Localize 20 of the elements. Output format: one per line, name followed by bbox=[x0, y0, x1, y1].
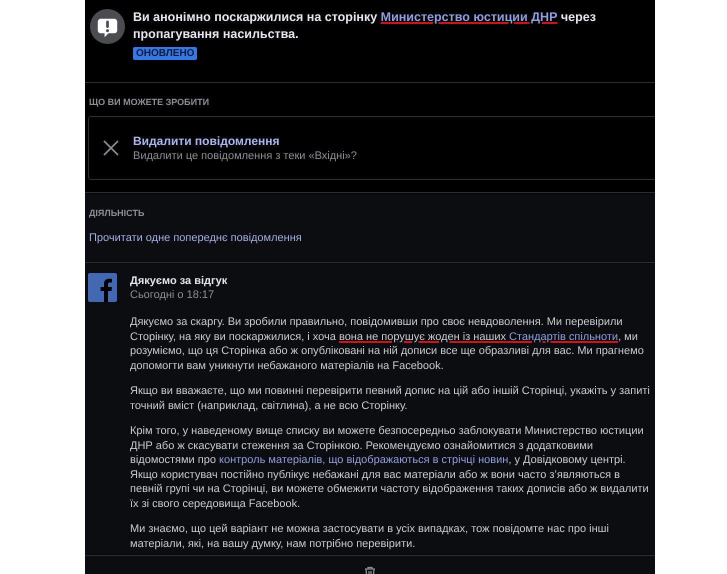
message-link[interactable]: контроль матеріалів, що відображаються в стрічці новин bbox=[219, 454, 508, 466]
alert-icon bbox=[90, 9, 125, 44]
section-heading: ЩО ВИ МОЖЕТЕ ЗРОБИТИ bbox=[88, 97, 210, 107]
section-heading: ДІЯЛЬНІСТЬ bbox=[88, 208, 146, 218]
previous-message-link[interactable]: Прочитати одне попереднє повідомлення bbox=[89, 232, 302, 244]
page-link[interactable]: Министерство юстиции ДНР bbox=[380, 10, 558, 24]
action-card[interactable]: Видалити повідомлення Видалити це повідомлення з теки «Вхідні»? bbox=[88, 116, 655, 180]
updated-badge: ОНОВЛЕНО bbox=[133, 47, 198, 60]
message-paragraph: Ми знаємо, що цей варіант не можна застосувати в усіх випадках, тож повідомте нас про інші матеріали, які, на вашу думку, нам потрібно перевірити. bbox=[130, 522, 610, 551]
message-paragraph: Крім того, у наведеному вище списку ви можете безпосередньо заблокувати Министерство юстиции ДНР або ж скасувати стеження за Сторінкою. Рекомендуємо ознайомитися з додатковими відомостями про контроль матеріалів, що відображаються в стрічці новин, у Довідковому центрі. Якщо користувач постійно публікує небажані для вас матеріали або ж вони часто з’являються в певній групі чи на Сторінці, ви можете обмежити частоту відображення таких дописів або ж видалити їх зі свого середовища Facebook. bbox=[130, 424, 650, 511]
action-description: Видалити це повідомлення з теки «Вхідні»? bbox=[133, 150, 357, 162]
message-link[interactable]: Стандартів спільноти bbox=[509, 330, 618, 342]
action-title: Видалити повідомлення bbox=[133, 134, 281, 148]
message-paragraph: Дякуємо за скаргу. Ви зробили правильно, повідомивши про своє невдоволення. Ми перевірили Сторінку, на яку ви поскаржилися, і хоча вона не порушує жоден із наших Стандартів спільноти, ми розуміємо, що ця Сторінка або ж опубліковані на ній дописи все ще образливі для вас. Ми прагнемо допомогти вам уникнути небажаного матеріалів на Facebook. bbox=[130, 315, 645, 373]
close-icon bbox=[103, 140, 119, 156]
facebook-logo-icon bbox=[88, 273, 117, 302]
message-paragraph: Якщо ви вважаєте, що ми повинні перевірити певний допис на цій або іншій Сторінці, укажіть у запиті точний вміст (наприклад, світлина), а не всю Сторінку. bbox=[130, 384, 651, 413]
message-time: Сьогодні о 18:17 bbox=[130, 289, 216, 301]
message-title: Дякуємо за відгук bbox=[130, 275, 228, 287]
report-notice: Ви анонімно поскаржилися на сторінку Министерство юстиции ДНР через пропагування насильства. bbox=[133, 9, 597, 43]
